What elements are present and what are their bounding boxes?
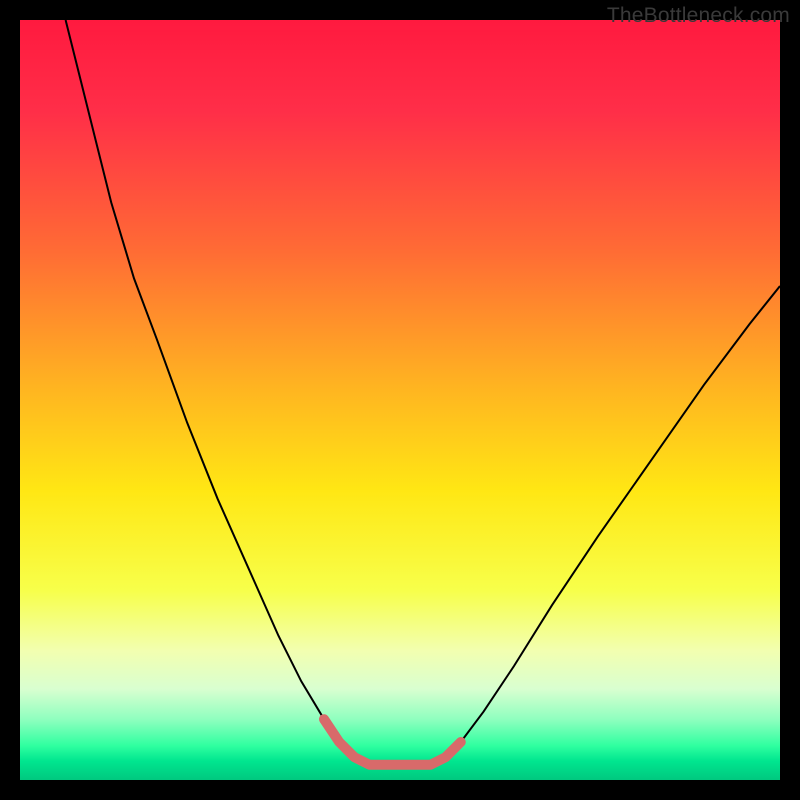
watermark-text: TheBottleneck.com <box>607 4 790 28</box>
bottleneck-chart <box>20 20 780 780</box>
gradient-background <box>20 20 780 780</box>
chart-frame: TheBottleneck.com <box>0 0 800 800</box>
